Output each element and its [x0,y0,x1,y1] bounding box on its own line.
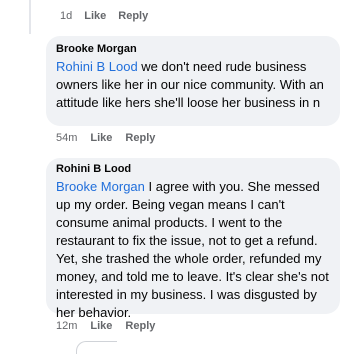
thread-line [29,0,31,34]
reply-button[interactable]: Reply [118,10,148,22]
like-button[interactable]: Like [90,132,112,144]
comment-actions: 12m Like Reply [46,320,340,332]
comment-time: 54m [56,132,78,144]
comment-author[interactable]: Brooke Morgan [56,42,330,57]
comment-bubble: Rohini B Lood Brooke Morgan I agree with… [46,158,340,320]
reply-button[interactable]: Reply [125,320,155,332]
comment-brooke: Brooke Morgan Rohini B Lood we don't nee… [46,36,340,144]
like-button[interactable]: Like [90,320,112,332]
comment-text: Brooke Morgan I agree with you. She mess… [56,178,330,322]
comment-bubble: Brooke Morgan Rohini B Lood we don't nee… [46,36,340,126]
comment-rohini: Rohini B Lood Brooke Morgan I agree with… [46,158,340,332]
mention-link[interactable]: Rohini B Lood [56,59,138,74]
comment-time: 12m [56,320,78,332]
comment-actions: 54m Like Reply [46,132,340,144]
mention-link[interactable]: Brooke Morgan [56,179,145,194]
previous-comment-actions: 1d Like Reply [60,10,148,22]
comment-time: 1d [60,10,73,22]
comment-author[interactable]: Rohini B Lood [56,162,330,177]
comment-body: I agree with you. She messed up my order… [56,179,329,320]
reply-button[interactable]: Reply [125,132,155,144]
comment-text: Rohini B Lood we don't need rude busines… [56,58,330,112]
like-button[interactable]: Like [84,10,106,22]
